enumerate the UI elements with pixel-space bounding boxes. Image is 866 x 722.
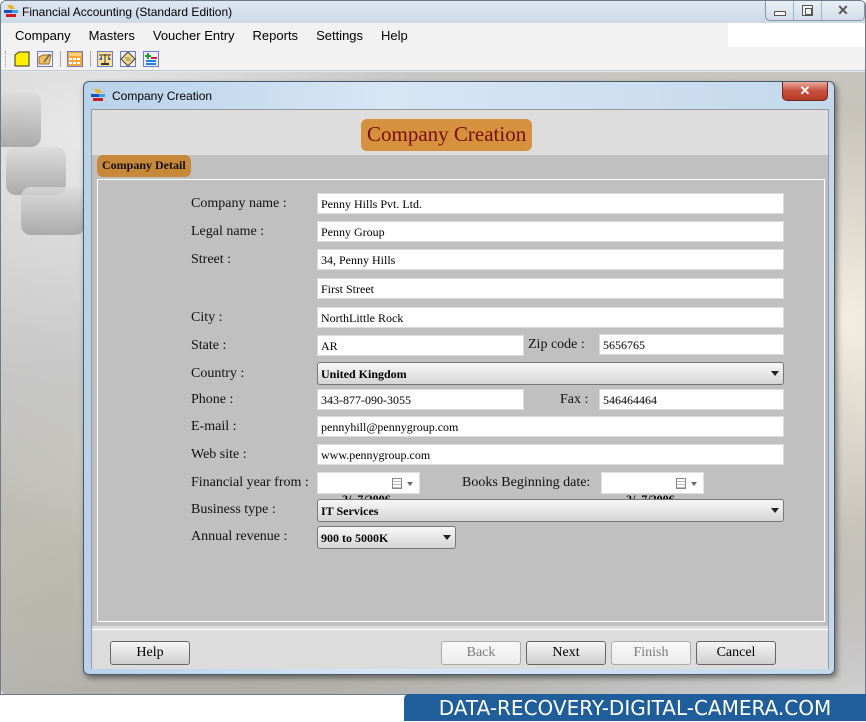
group-label: Company Detail [97, 155, 191, 177]
dialog-title-bar: Company Creation ✕ [84, 82, 834, 109]
close-button[interactable]: ✕ [822, 1, 864, 20]
financial-year-label: Financial year from : [191, 475, 309, 490]
financial-year-date-picker[interactable]: 2/ 7/2006 [317, 472, 420, 506]
chevron-down-icon [691, 482, 697, 486]
business-type-select[interactable]: IT Services [317, 499, 784, 522]
back-button[interactable]: Back [441, 641, 521, 665]
website-label: Web site : [191, 447, 247, 462]
street-line1-input[interactable]: 34, Penny Hills [317, 249, 784, 270]
calculator-icon [67, 50, 83, 67]
email-input[interactable]: pennyhill@pennygroup.com [317, 416, 784, 437]
app-logo-icon [4, 5, 18, 17]
street-line2-input[interactable]: First Street [317, 278, 784, 299]
annual-revenue-value: 900 to 5000K [321, 531, 389, 545]
note-button[interactable] [118, 49, 138, 69]
zip-code-label: Zip code : [528, 337, 585, 352]
legal-name-label: Legal name : [191, 224, 265, 239]
add-entry-icon [143, 50, 159, 67]
restore-button[interactable] [794, 1, 822, 20]
menu-settings[interactable]: Settings [307, 28, 372, 43]
annual-revenue-label: Annual revenue : [191, 529, 288, 544]
finish-button[interactable]: Finish [611, 641, 691, 665]
help-button[interactable]: Help [110, 641, 190, 665]
country-label: Country : [191, 366, 245, 381]
menu-voucher-entry[interactable]: Voucher Entry [144, 28, 244, 43]
company-creation-dialog: Company Creation ✕ Company Creation Comp… [83, 81, 835, 675]
country-value: United Kingdom [321, 367, 407, 381]
calendar-icon [676, 478, 686, 489]
street-label: Street : [191, 252, 232, 267]
close-icon: ✕ [837, 2, 849, 18]
new-company-button[interactable] [12, 49, 32, 69]
cancel-button[interactable]: Cancel [696, 641, 776, 665]
toolbar [1, 47, 865, 71]
zip-code-input[interactable]: 5656765 [599, 334, 784, 355]
app-logo-icon [91, 89, 105, 101]
fax-label: Fax : [560, 392, 589, 407]
company-name-label: Company name : [191, 196, 287, 211]
watermark-banner: DATA-RECOVERY-DIGITAL-CAMERA.COM [404, 694, 866, 721]
dialog-close-button[interactable]: ✕ [782, 82, 828, 101]
phone-label: Phone : [191, 392, 234, 407]
menu-company[interactable]: Company [6, 28, 80, 43]
toolbar-separator [90, 50, 91, 67]
email-label: E-mail : [191, 419, 237, 434]
balance-scale-icon [97, 50, 113, 67]
books-beginning-label: Books Beginning date: [462, 475, 591, 490]
new-company-icon [14, 51, 30, 66]
dialog-footer: Help Back Next Finish Cancel [92, 629, 828, 669]
window-controls: ✕ [765, 1, 865, 21]
menu-bar: Company Masters Voucher Entry Reports Se… [1, 23, 865, 47]
chevron-down-icon [771, 371, 779, 376]
state-input[interactable]: AR [317, 335, 524, 356]
restore-icon [802, 5, 813, 16]
app-title: Financial Accounting (Standard Edition) [22, 5, 233, 19]
title-bar: Financial Accounting (Standard Edition) … [1, 1, 865, 23]
menu-help[interactable]: Help [372, 28, 417, 43]
next-button[interactable]: Next [526, 641, 606, 665]
dialog-title: Company Creation [112, 89, 213, 103]
open-company-icon [37, 50, 53, 67]
close-icon: ✕ [799, 83, 811, 98]
toolbar-grip[interactable] [5, 50, 8, 67]
books-beginning-date-picker[interactable]: 2/ 7/2006 [601, 472, 704, 506]
legal-name-input[interactable]: Penny Group [317, 221, 784, 242]
country-select[interactable]: United Kingdom [317, 362, 784, 385]
menu-reports[interactable]: Reports [244, 28, 308, 43]
phone-input[interactable]: 343-877-090-3055 [317, 389, 524, 410]
calendar-icon [392, 478, 402, 489]
city-label: City : [191, 310, 223, 325]
state-label: State : [191, 338, 227, 353]
chevron-down-icon [407, 482, 413, 486]
minimize-icon [773, 11, 786, 16]
business-type-label: Business type : [191, 502, 276, 517]
annual-revenue-select[interactable]: 900 to 5000K [317, 526, 456, 549]
calculator-button[interactable] [65, 49, 85, 69]
city-input[interactable]: NorthLittle Rock [317, 307, 784, 328]
fax-input[interactable]: 546464464 [599, 389, 784, 410]
open-company-button[interactable] [35, 49, 55, 69]
business-type-value: IT Services [321, 504, 379, 518]
balance-button[interactable] [95, 49, 115, 69]
website-input[interactable]: www.pennygroup.com [317, 444, 784, 465]
minimize-button[interactable] [766, 1, 794, 20]
chevron-down-icon [771, 508, 779, 513]
page-heading: Company Creation [361, 119, 533, 151]
add-entry-button[interactable] [141, 49, 161, 69]
diamond-note-icon [120, 50, 136, 67]
chevron-down-icon [443, 535, 451, 540]
menu-masters[interactable]: Masters [80, 28, 144, 43]
toolbar-separator [60, 50, 61, 67]
dialog-body: Company Creation Company Detail Company … [91, 109, 829, 669]
company-name-input[interactable]: Penny Hills Pvt. Ltd. [317, 193, 784, 214]
